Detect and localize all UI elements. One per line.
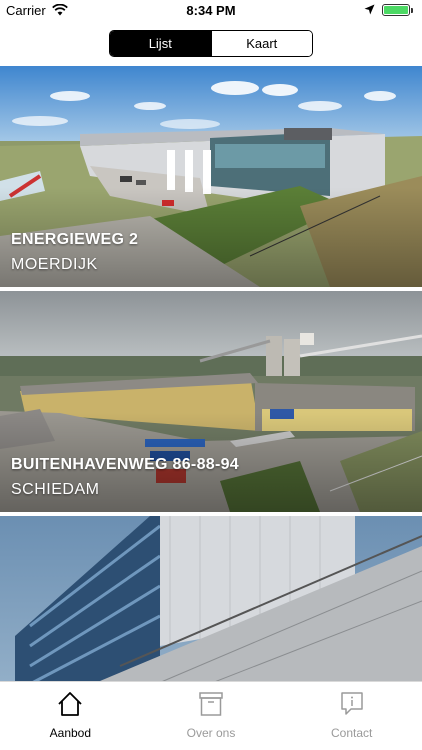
battery-tip xyxy=(411,8,413,13)
home-icon xyxy=(58,692,82,716)
tab-label: Over ons xyxy=(186,726,236,740)
listing-title: BUITENHAVENWEG 86-88-94 xyxy=(11,456,239,473)
listing-city: SCHIEDAM xyxy=(11,481,100,498)
location-arrow-icon xyxy=(364,4,375,15)
listing-card-energieweg[interactable]: ENERGIEWEG 2 MOERDIJK xyxy=(0,66,422,287)
listing-card-buitenhavenweg[interactable]: BUITENHAVENWEG 86-88-94 SCHIEDAM xyxy=(0,291,422,512)
archive-box-icon xyxy=(199,692,223,716)
segment-kaart[interactable]: Kaart xyxy=(210,31,312,56)
tab-aanbod[interactable]: Aanbod xyxy=(0,682,141,750)
listing-photo-buitenhavenweg xyxy=(0,291,422,512)
status-time: 8:34 PM xyxy=(186,3,236,18)
info-chat-icon xyxy=(340,692,363,715)
view-segmented-control: Lijst Kaart xyxy=(109,30,313,57)
status-bar: Carrier 8:34 PM xyxy=(0,0,422,22)
battery-icon xyxy=(382,4,410,16)
tab-label: Aanbod xyxy=(49,726,92,740)
segment-lijst[interactable]: Lijst xyxy=(110,31,211,56)
listing-photo-energieweg xyxy=(0,66,422,287)
tab-contact[interactable]: Contact xyxy=(281,682,422,750)
tab-label: Contact xyxy=(331,726,373,740)
tab-bar: Aanbod Over ons Contact xyxy=(0,681,422,750)
listing-city: MOERDIJK xyxy=(11,256,98,273)
tab-over-ons[interactable]: Over ons xyxy=(141,682,282,750)
listing-title: ENERGIEWEG 2 xyxy=(11,231,139,248)
